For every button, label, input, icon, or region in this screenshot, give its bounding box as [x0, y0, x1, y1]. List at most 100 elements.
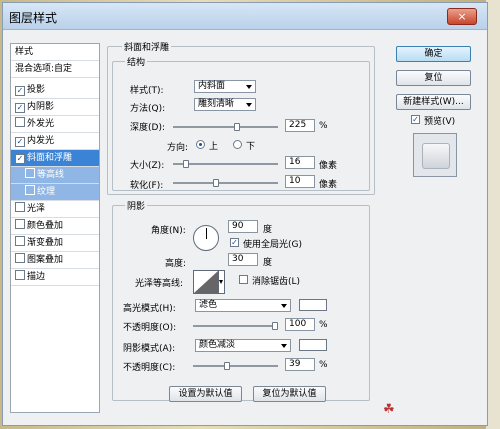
shadow-opacity-slider[interactable]: [193, 362, 278, 370]
close-button[interactable]: ×: [447, 8, 477, 25]
size-slider-thumb[interactable]: [183, 160, 189, 168]
style-list-item[interactable]: 图案叠加: [11, 252, 99, 269]
gloss-contour-thumbnail[interactable]: [193, 270, 219, 294]
chevron-down-icon: [281, 344, 287, 348]
preview-swatch: [422, 143, 450, 169]
watermark-logo: ☘: [383, 402, 395, 417]
shading-title: 阴影: [125, 199, 148, 212]
layer-style-dialog: 图层样式 × 样式 混合选项:自定 ✓ 投影 ✓ 内阴影 外发光 ✓ 内发光 ✓ 斜面和浮雕 等高线纹…: [2, 2, 488, 426]
ok-button[interactable]: 确定: [396, 46, 471, 62]
style-list-item[interactable]: ✓ 内发光: [11, 133, 99, 150]
technique-select[interactable]: 雕刻清晰: [194, 98, 256, 111]
style-list-item[interactable]: 光泽: [11, 201, 99, 218]
style-checkbox[interactable]: [25, 168, 35, 178]
style-list-label: 纹理: [37, 187, 56, 197]
style-list-item[interactable]: ✓ 斜面和浮雕: [11, 150, 99, 167]
style-list-label: 描边: [27, 272, 46, 282]
angle-input[interactable]: 90: [228, 220, 258, 233]
size-label: 大小(Z):: [130, 161, 165, 171]
highlight-mode-select[interactable]: 滤色: [195, 299, 291, 312]
style-list-item[interactable]: 颜色叠加: [11, 218, 99, 235]
highlight-color-swatch[interactable]: [299, 299, 327, 311]
technique-label: 方法(Q):: [130, 104, 166, 114]
depth-input[interactable]: 225: [285, 119, 315, 132]
style-checkbox[interactable]: [15, 253, 25, 263]
style-list-label: 图案叠加: [27, 255, 64, 265]
altitude-input[interactable]: 30: [228, 253, 258, 266]
gloss-contour-dropdown[interactable]: [219, 270, 225, 294]
style-list-item[interactable]: 渐变叠加: [11, 235, 99, 252]
shadow-mode-select[interactable]: 颜色减淡: [195, 339, 291, 352]
style-checkbox[interactable]: [15, 270, 25, 280]
angle-unit: 度: [263, 225, 273, 235]
style-checkbox[interactable]: ✓: [15, 103, 25, 113]
soften-label: 软化(F):: [130, 181, 164, 191]
soften-unit: 像素: [319, 180, 338, 190]
style-checkbox[interactable]: [15, 202, 25, 212]
size-slider[interactable]: [173, 160, 278, 168]
style-checkbox[interactable]: ✓: [15, 86, 25, 96]
style-list-label: 内阴影: [27, 102, 55, 112]
style-value: 内斜面: [198, 81, 226, 91]
style-list-label: 投影: [27, 85, 46, 95]
depth-slider-thumb[interactable]: [234, 123, 240, 131]
style-list-item[interactable]: 纹理: [11, 184, 99, 201]
angle-dial[interactable]: [193, 225, 219, 251]
preview-checkbox[interactable]: ✓: [411, 115, 420, 124]
direction-down-radio[interactable]: [233, 140, 242, 149]
direction-down-label: 下: [246, 142, 256, 152]
style-checkbox[interactable]: [15, 117, 25, 127]
altitude-label: 高度:: [165, 259, 187, 269]
style-checkbox[interactable]: [15, 219, 25, 229]
antialias-checkbox[interactable]: [239, 275, 248, 284]
reset-default-button[interactable]: 复位为默认值: [253, 386, 326, 402]
size-input[interactable]: 16: [285, 156, 315, 169]
shadow-mode-label: 阴影模式(A):: [123, 344, 176, 354]
style-list-item[interactable]: ✓ 内阴影: [11, 99, 99, 116]
shadow-opacity-label: 不透明度(C):: [123, 363, 176, 373]
style-list-label: 渐变叠加: [27, 238, 64, 248]
style-list-label: 等高线: [37, 170, 65, 180]
soften-input[interactable]: 10: [285, 175, 315, 188]
contour-curve-icon: [194, 271, 218, 293]
style-list-label: 样式: [15, 47, 34, 57]
style-list-item[interactable]: ✓ 投影: [11, 82, 99, 99]
depth-slider[interactable]: [173, 123, 278, 131]
set-default-button[interactable]: 设置为默认值: [169, 386, 242, 402]
style-list-item[interactable]: 描边: [11, 269, 99, 286]
reset-button[interactable]: 复位: [396, 70, 471, 86]
style-list-item[interactable]: 等高线: [11, 167, 99, 184]
style-checkbox[interactable]: ✓: [15, 137, 25, 147]
global-light-checkbox[interactable]: ✓: [230, 238, 239, 247]
style-list-label: 斜面和浮雕: [27, 153, 73, 163]
style-list-label: 外发光: [27, 119, 55, 129]
chevron-down-icon: [246, 85, 252, 89]
style-checkbox[interactable]: ✓: [15, 154, 25, 164]
shadow-opacity-slider-thumb[interactable]: [224, 362, 230, 370]
global-light-label: 使用全局光(G): [243, 240, 302, 250]
highlight-opacity-slider-thumb[interactable]: [272, 322, 278, 330]
bevel-emboss-title: 斜面和浮雕: [122, 40, 172, 53]
styles-list-panel: 样式 混合选项:自定 ✓ 投影 ✓ 内阴影 外发光 ✓ 内发光 ✓ 斜面和浮雕 等高线 纹理 光泽 颜色叠加…: [10, 43, 100, 413]
style-list-item[interactable]: 混合选项:自定: [11, 61, 99, 78]
structure-title: 结构: [125, 55, 148, 68]
shadow-opacity-unit: %: [319, 360, 328, 370]
style-checkbox[interactable]: [25, 185, 35, 195]
chevron-down-icon: [219, 280, 223, 284]
new-style-button[interactable]: 新建样式(W)...: [396, 94, 471, 110]
antialias-label: 消除锯齿(L): [252, 277, 301, 287]
style-list-item[interactable]: 样式: [11, 44, 99, 61]
shadow-mode-value: 颜色减淡: [199, 340, 236, 350]
soften-slider[interactable]: [173, 179, 278, 187]
highlight-opacity-slider[interactable]: [193, 322, 278, 330]
shadow-opacity-input[interactable]: 39: [285, 358, 315, 371]
style-checkbox[interactable]: [15, 236, 25, 246]
style-list-item[interactable]: 外发光: [11, 116, 99, 133]
soften-slider-thumb[interactable]: [213, 179, 219, 187]
highlight-opacity-input[interactable]: 100: [285, 318, 315, 331]
style-select[interactable]: 内斜面: [194, 80, 256, 93]
highlight-mode-value: 滤色: [199, 300, 218, 310]
direction-up-radio[interactable]: [196, 140, 205, 149]
gloss-contour-label: 光泽等高线:: [135, 279, 184, 289]
shadow-color-swatch[interactable]: [299, 339, 327, 351]
